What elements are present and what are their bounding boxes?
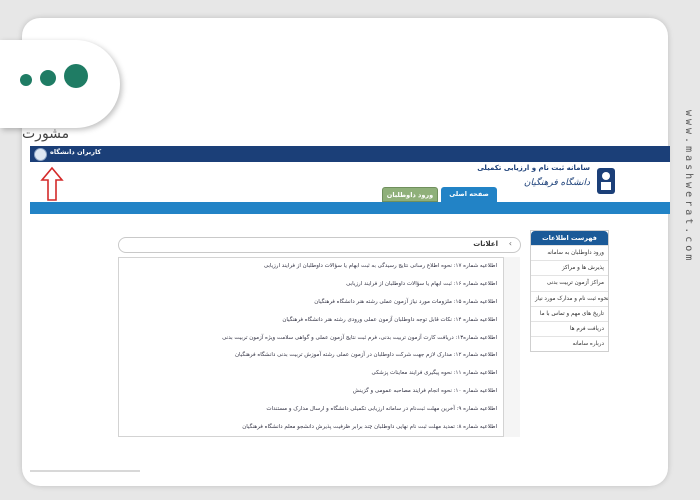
logo-dot: [20, 74, 32, 86]
frame-divider: [30, 470, 140, 472]
announcement-item[interactable]: اطلاعیه شماره۱۳: دریافت کارت آزمون تربیت…: [119, 330, 503, 348]
announcement-item[interactable]: اطلاعیه شماره ۱۵: ملزومات مورد نیاز آزمو…: [119, 294, 503, 312]
announcements-header: اعلانات ‹: [118, 237, 521, 253]
sidebar-item-pe-exam-centers[interactable]: مراکز آزمون تربیت بدنی: [531, 275, 608, 290]
watermark-text: www.mashwerat.com: [683, 110, 694, 264]
nav-bar: [30, 202, 670, 214]
top-bar: کاربران دانشگاه: [30, 146, 670, 162]
sidebar-menu: فهرست اطلاعات ورود داوطلبان به سامانه پذ…: [530, 230, 609, 353]
sidebar-item-applicant-login[interactable]: ورود داوطلبان به سامانه: [531, 245, 608, 260]
chevron-left-icon: ‹: [508, 239, 512, 248]
announcements-title: اعلانات: [473, 240, 498, 248]
sidebar-item-about[interactable]: درباره سامانه: [531, 336, 608, 351]
site-logo: مشورت: [0, 40, 120, 142]
university-users-link[interactable]: کاربران دانشگاه: [50, 148, 101, 156]
announcement-item[interactable]: اطلاعیه شماره ۱۱: نحوه پیگیری فرایند معا…: [119, 365, 503, 383]
announcement-item[interactable]: اطلاعیه شماره ۱۰: نحوه انجام فرایند مصاح…: [119, 383, 503, 401]
sidebar-item-forms[interactable]: دریافت فرم ها: [531, 320, 608, 336]
university-emblem-icon: [597, 168, 615, 194]
announcement-item[interactable]: اطلاعیه شماره ۱۲: مدارک لازم جهت شرکت دا…: [119, 347, 503, 365]
announcement-item[interactable]: اطلاعیه شماره ۹: آخرین مهلت ثبت‌نام در س…: [119, 401, 503, 419]
sidebar-title: فهرست اطلاعات: [531, 231, 608, 245]
announcements-scrollbar[interactable]: [504, 257, 520, 437]
brand-title: سامانه ثبت نام و ارزیابی تکمیلی: [477, 164, 590, 172]
sidebar-item-registration[interactable]: نحوه ثبت نام و مدارک مورد نیاز: [531, 290, 608, 306]
announcements-list: اطلاعیه شماره ۱۷: نحوه اطلاع رسانی نتایج…: [118, 257, 504, 437]
announcement-item[interactable]: اطلاعیه شماره ۸: تمدید مهلت ثبت نام نهای…: [119, 419, 503, 436]
brand-block: سامانه ثبت نام و ارزیابی تکمیلی دانشگاه …: [470, 164, 590, 188]
sidebar-item-dates-contact[interactable]: تاریخ های مهم و تماس با ما: [531, 305, 608, 321]
user-icon[interactable]: [34, 148, 47, 161]
sidebar-item-admissions[interactable]: پذیرش ها و مراکز: [531, 260, 608, 275]
arrow-up-icon: [40, 166, 64, 201]
logo-dot: [40, 70, 56, 86]
announcement-item[interactable]: اطلاعیه شماره ۱۴: نکات قابل توجه داوطلبا…: [119, 312, 503, 330]
announcement-item[interactable]: اطلاعیه شماره ۱۶: ثبت ابهام یا سؤالات دا…: [119, 276, 503, 294]
tab-applicant-login[interactable]: ورود داوطلبان: [382, 187, 438, 202]
logo-text: مشورت: [22, 126, 70, 142]
logo-dot: [64, 64, 88, 88]
announcement-item[interactable]: اطلاعیه شماره ۱۷: نحوه اطلاع رسانی نتایج…: [119, 258, 503, 276]
tab-home[interactable]: صفحه اصلی: [441, 187, 497, 202]
